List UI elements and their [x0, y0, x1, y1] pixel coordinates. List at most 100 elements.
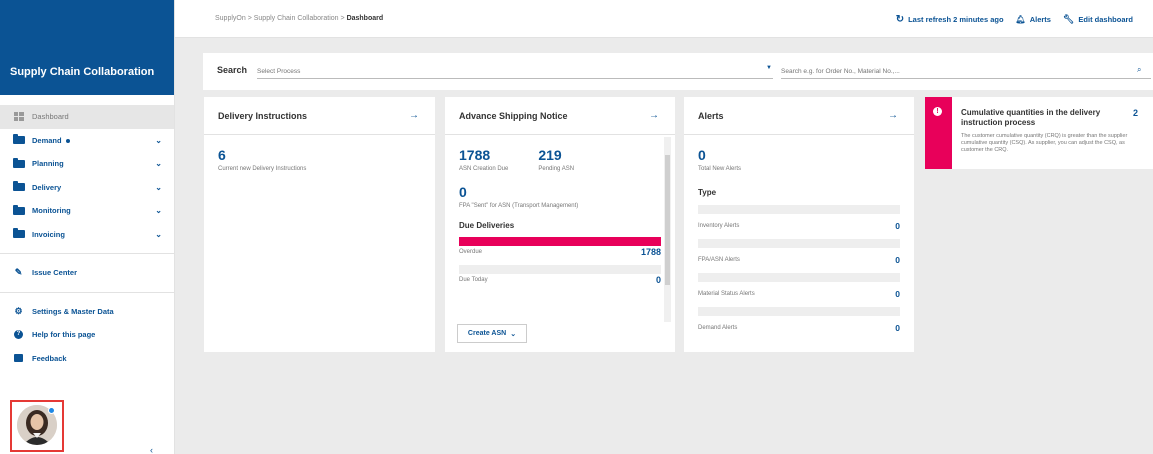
- sidebar-item-feedback[interactable]: Feedback: [0, 347, 174, 371]
- info-count[interactable]: 2: [1133, 108, 1138, 118]
- refresh-button[interactable]: ↻ Last refresh 2 minutes ago: [896, 14, 1004, 25]
- alert-row[interactable]: Demand Alerts 0: [698, 307, 900, 333]
- breadcrumb-current: Dashboard: [346, 15, 384, 22]
- chevron-down-icon: ⌄: [510, 330, 517, 338]
- folder-icon: [12, 157, 25, 168]
- alert-value[interactable]: 0: [895, 289, 900, 299]
- alert-bar: [698, 205, 900, 214]
- alert-row[interactable]: Inventory Alerts 0: [698, 205, 900, 231]
- sidebar-item-settings[interactable]: ⚙ Settings & Master Data: [0, 300, 174, 324]
- sidebar-item-demand[interactable]: Demand ⌄: [0, 129, 174, 153]
- breadcrumb-item[interactable]: Supply Chain Collaboration: [254, 15, 339, 22]
- folder-icon: [12, 134, 25, 145]
- chevron-down-icon[interactable]: ⌄: [155, 159, 162, 168]
- due-today-row: Due Today 0: [459, 275, 661, 285]
- delivery-count[interactable]: 6: [218, 147, 421, 163]
- scrollbar[interactable]: [664, 137, 671, 322]
- arrow-right-icon[interactable]: →: [409, 110, 419, 121]
- chevron-down-icon[interactable]: ⌄: [155, 230, 162, 239]
- help-icon: ?: [12, 330, 25, 340]
- breadcrumb-item[interactable]: SupplyOn: [215, 15, 246, 22]
- sidebar-item-label: Demand: [32, 135, 62, 145]
- overdue-bar[interactable]: [459, 237, 661, 246]
- chevron-down-icon[interactable]: ⌄: [155, 183, 162, 192]
- overdue-row: Overdue 1788: [459, 247, 661, 257]
- fpa-count[interactable]: 0: [459, 184, 661, 200]
- alert-bar: [698, 239, 900, 248]
- sidebar-item-invoicing[interactable]: Invoicing ⌄: [0, 223, 174, 247]
- chevron-down-icon[interactable]: ⌄: [155, 206, 162, 215]
- exclamation-icon: !: [933, 107, 942, 116]
- alert-bar: [698, 273, 900, 282]
- search-icon[interactable]: ⌕: [1137, 65, 1141, 75]
- search-input[interactable]: [781, 65, 1151, 79]
- caret-down-icon[interactable]: ▼: [766, 65, 772, 71]
- alert-value[interactable]: 0: [895, 255, 900, 265]
- asn-creation-due-count[interactable]: 1788: [459, 147, 508, 163]
- sidebar-item-delivery[interactable]: Delivery ⌄: [0, 176, 174, 200]
- cumulative-quantities-card[interactable]: ! Cumulative quantities in the delivery …: [925, 97, 1153, 169]
- info-title: Cumulative quantities in the delivery in…: [961, 108, 1101, 127]
- sidebar-item-dashboard[interactable]: Dashboard: [0, 105, 174, 129]
- sidebar-item-planning[interactable]: Planning ⌄: [0, 152, 174, 176]
- delivery-instructions-card: Delivery Instructions → 6 Current new De…: [204, 97, 435, 352]
- delivery-count-label: Current new Delivery Instructions: [218, 166, 307, 172]
- chevron-down-icon[interactable]: ⌄: [155, 136, 162, 145]
- card-body: 6 Current new Delivery Instructions: [204, 135, 435, 184]
- sidebar-item-label: Feedback: [32, 353, 67, 363]
- overdue-value[interactable]: 1788: [641, 247, 661, 257]
- create-asn-button[interactable]: Create ASN ⌄: [457, 324, 527, 343]
- fpa-label: FPA "Sent" for ASN (Transport Management…: [459, 203, 579, 209]
- bell-icon: 🔔︎: [1015, 15, 1026, 24]
- sidebar-item-label: Delivery: [32, 182, 62, 192]
- due-today-label: Due Today: [459, 277, 488, 283]
- edit-icon: ✎: [14, 267, 23, 278]
- search-bar: Search ▼ ⌕: [203, 53, 1153, 90]
- collapse-sidebar-icon[interactable]: ‹: [150, 445, 153, 454]
- breadcrumb: SupplyOn > Supply Chain Collaboration > …: [215, 15, 384, 22]
- sidebar-item-label: Settings & Master Data: [32, 306, 114, 316]
- card-header[interactable]: Delivery Instructions →: [204, 97, 435, 135]
- feedback-icon: [12, 354, 25, 363]
- sidebar-item-label: Help for this page: [32, 330, 96, 340]
- sidebar-item-help[interactable]: ? Help for this page: [0, 323, 174, 347]
- card-header[interactable]: Alerts →: [684, 97, 914, 135]
- alert-row[interactable]: Material Status Alerts 0: [698, 273, 900, 299]
- notification-dot: [65, 138, 70, 143]
- due-today-bar[interactable]: [459, 265, 661, 274]
- type-heading: Type: [698, 188, 717, 197]
- arrow-right-icon[interactable]: →: [888, 110, 898, 121]
- scrollbar-thumb[interactable]: [665, 155, 670, 285]
- status-badge: [48, 407, 55, 414]
- process-select[interactable]: [257, 65, 773, 79]
- alerts-button[interactable]: 🔔︎ Alerts: [1016, 14, 1051, 25]
- refresh-label: Last refresh 2 minutes ago: [908, 15, 1004, 24]
- due-deliveries-title: Due Deliveries: [459, 221, 515, 230]
- asn-card: Advance Shipping Notice → 1788 ASN Creat…: [445, 97, 675, 352]
- sidebar-nav: Dashboard Demand ⌄ Planning ⌄ Delivery ⌄…: [0, 95, 174, 370]
- alert-value[interactable]: 0: [895, 221, 900, 231]
- card-title: Delivery Instructions: [218, 110, 308, 121]
- card-header[interactable]: Advance Shipping Notice →: [445, 97, 675, 135]
- sidebar-title: Supply Chain Collaboration: [0, 0, 174, 95]
- due-today-value[interactable]: 0: [656, 275, 661, 285]
- alert-row[interactable]: FPA/ASN Alerts 0: [698, 239, 900, 265]
- total-alerts-count[interactable]: 0: [698, 147, 900, 163]
- sidebar-item-issue-center[interactable]: ✎ Issue Center: [0, 261, 174, 285]
- edit-dashboard-button[interactable]: 🔧︎ Edit dashboard: [1063, 14, 1133, 25]
- folder-icon: [12, 204, 25, 215]
- asn-stats: 1788 ASN Creation Due 219 Pending ASN: [459, 147, 661, 172]
- alert-value[interactable]: 0: [895, 323, 900, 333]
- user-avatar-button[interactable]: [10, 400, 64, 452]
- arrow-right-icon[interactable]: →: [649, 110, 659, 121]
- total-alerts-label: Total New Alerts: [698, 166, 742, 172]
- sidebar-item-monitoring[interactable]: Monitoring ⌄: [0, 199, 174, 223]
- alerts-label: Alerts: [1029, 15, 1051, 24]
- alert-label: FPA/ASN Alerts: [698, 257, 740, 263]
- card-title: Advance Shipping Notice: [459, 110, 568, 121]
- sidebar-item-label: Issue Center: [32, 268, 78, 278]
- sidebar-item-label: Monitoring: [32, 206, 71, 216]
- app-root: Supply Chain Collaboration Dashboard Dem…: [0, 0, 1153, 454]
- alert-label: Inventory Alerts: [698, 223, 740, 229]
- pending-asn-count[interactable]: 219: [538, 147, 574, 163]
